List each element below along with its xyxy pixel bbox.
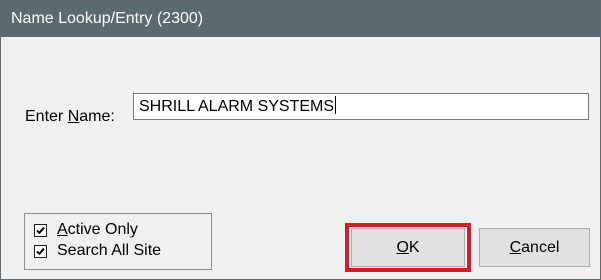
search-all-site-label: Search All Site <box>57 242 162 259</box>
title-bar: Name Lookup/Entry (2300) <box>1 1 600 37</box>
name-input[interactable]: SHRILL ALARM SYSTEMS <box>133 93 589 120</box>
cancel-button-label-rest: ancel <box>521 238 560 256</box>
active-only-option[interactable]: Active Only <box>34 220 138 240</box>
search-all-site-option[interactable]: Search All Site <box>34 241 161 261</box>
cancel-button[interactable]: Cancel <box>479 228 590 267</box>
search-options-group: Active Only Search All Site <box>24 213 212 270</box>
name-lookup-entry-dialog: Name Lookup/Entry (2300) Enter Name: SHR… <box>0 0 601 280</box>
active-only-checkbox[interactable] <box>34 223 47 237</box>
enter-name-label-mnemonic: N <box>67 108 80 125</box>
window-title: Name Lookup/Entry (2300) <box>11 10 204 27</box>
enter-name-label: Enter Name: <box>25 107 115 127</box>
active-only-label-rest: ctive Only <box>67 221 138 238</box>
ok-button-mnemonic: O <box>396 238 409 256</box>
ok-button-label-rest: K <box>408 238 420 256</box>
text-caret <box>335 96 337 114</box>
cancel-button-mnemonic: C <box>509 238 522 256</box>
active-only-label: Active Only <box>57 221 138 239</box>
checkmark-icon <box>36 247 45 255</box>
active-only-mnemonic: A <box>57 221 68 238</box>
name-input-value: SHRILL ALARM SYSTEMS <box>139 98 335 115</box>
ok-button[interactable]: OK <box>351 228 465 267</box>
enter-name-label-prefix: Enter <box>25 108 68 125</box>
enter-name-label-suffix: ame: <box>79 108 115 125</box>
checkmark-icon <box>36 226 45 234</box>
search-all-site-checkbox[interactable] <box>34 244 47 258</box>
